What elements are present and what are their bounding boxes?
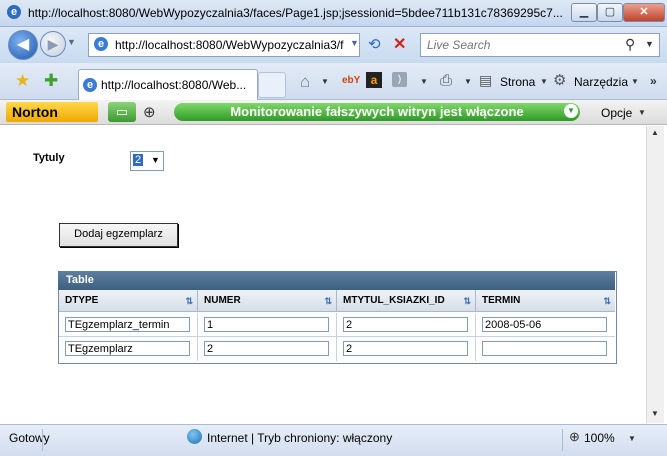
titles-select[interactable]: 2 ▼ [130,151,164,171]
scroll-down-icon[interactable]: ▼ [651,409,659,418]
address-bar[interactable]: e http://localhost:8080/WebWypozyczalnia… [88,33,360,57]
amazon-icon[interactable]: a [366,72,382,88]
feeds-dropdown-icon[interactable]: ▼ [420,77,428,86]
close-window-button[interactable]: ✕ [623,3,665,22]
gear-icon[interactable]: ⚙ [553,71,566,89]
termin-field[interactable] [482,341,607,356]
column-header-numer[interactable]: NUMER ⇅ [198,290,337,312]
options-dropdown-icon[interactable]: ▼ [638,108,646,117]
column-header-dtype[interactable]: DTYPE ⇅ [59,290,198,312]
dtype-field[interactable] [65,317,190,332]
home-dropdown-icon[interactable]: ▼ [321,77,329,86]
chevron-right-icon[interactable]: » [650,74,657,88]
print-icon[interactable]: ⎙ [440,72,452,89]
norton-status: Monitorowanie fałszywych witryn jest włą… [174,103,580,121]
feeds-icon[interactable]: ) [392,72,407,87]
search-box[interactable]: ⚲ ▼ [420,33,660,57]
sort-icon[interactable]: ⇅ [603,290,611,312]
sort-icon[interactable]: ⇅ [463,290,471,312]
mtytul-field[interactable] [343,341,468,356]
mtytul-field[interactable] [343,317,468,332]
vertical-scrollbar[interactable]: ▲ ▼ [646,126,664,423]
titles-select-value: 2 [133,154,144,166]
table-title: Table [58,271,615,290]
back-button[interactable]: ◀ [8,30,38,60]
table-row [59,313,198,337]
history-dropdown-icon[interactable]: ▼ [67,37,76,47]
security-zone[interactable]: Internet | Tryb chroniony: włączony [207,431,392,445]
status-divider [42,429,43,451]
sort-icon[interactable]: ⇅ [324,290,332,312]
tools-dropdown-icon[interactable]: ▼ [631,77,639,86]
select-arrow-icon[interactable]: ▼ [151,155,160,165]
home-icon[interactable]: ⌂ [300,72,310,92]
column-header-mtytul[interactable]: MTYTUL_KSIAZKI_ID ⇅ [337,290,476,312]
internet-globe-icon [187,429,202,444]
tab-current-page[interactable]: e http://localhost:8080/Web... [78,69,258,100]
window-title-bar: e http://localhost:8080/WebWypozyczalnia… [0,0,667,27]
browser-logo-icon: e [7,5,21,19]
stop-icon[interactable]: ✕ [393,34,406,54]
globe-icon[interactable]: ⊕ [143,103,156,121]
column-header-label: TERMIN [482,295,521,306]
search-icon[interactable]: ⚲ [625,36,635,53]
table-cell [337,313,476,337]
zoom-dropdown-icon[interactable]: ▼ [628,434,636,443]
tab-label: http://localhost:8080/Web... [101,78,247,92]
maximize-button[interactable]: ▢ [597,3,623,22]
status-bar: Gotowy Internet | Tryb chroniony: włączo… [0,424,667,456]
table-cell [198,313,337,337]
favorites-star-icon[interactable]: ★ [15,71,30,91]
column-header-termin[interactable]: TERMIN ⇅ [476,290,615,312]
termin-field[interactable] [482,317,607,332]
dtype-field[interactable] [65,341,190,356]
table-cell [337,337,476,361]
status-divider [562,429,563,451]
table-row [59,337,198,361]
scroll-up-icon[interactable]: ▲ [651,128,659,137]
address-dropdown-icon[interactable]: ▼ [350,38,359,48]
ebay-icon[interactable]: ebY [342,75,360,86]
column-header-label: NUMER [204,295,241,306]
tab-page-icon: e [83,78,97,92]
column-header-label: MTYTUL_KSIAZKI_ID [343,295,445,306]
column-header-label: DTYPE [65,295,99,306]
sort-icon[interactable]: ⇅ [185,290,193,312]
search-input[interactable] [425,36,629,54]
numer-field[interactable] [204,341,329,356]
print-dropdown-icon[interactable]: ▼ [464,77,472,86]
page-dropdown-icon[interactable]: ▼ [540,77,548,86]
address-text: http://localhost:8080/WebWypozyczalnia3/… [115,38,344,52]
status-text: Gotowy [9,431,50,445]
zoom-icon[interactable]: ⊕ [569,429,580,445]
zoom-level[interactable]: 100% [584,431,615,445]
window-title: http://localhost:8080/WebWypozyczalnia3/… [28,6,563,20]
table-cell [476,337,615,361]
titles-label: Tytuly [33,152,65,164]
add-copy-button[interactable]: Dodaj egzemplarz [59,223,178,247]
refresh-icon[interactable]: ⟲ [368,35,381,53]
table-cell [198,337,337,361]
page-icon: e [94,37,108,51]
page-menu-button[interactable]: Strona [500,75,535,89]
norton-monitor-icon[interactable]: ▭ [108,102,136,122]
add-favorites-icon[interactable]: ✚ [44,71,58,91]
norton-dropdown-icon[interactable]: ▼ [564,104,578,118]
norton-options-button[interactable]: Opcje [601,106,632,120]
norton-logo: Norton [6,102,98,122]
new-tab-button[interactable] [258,72,286,98]
tools-menu-button[interactable]: Narzędzia [574,75,628,89]
table-cell [476,313,615,337]
minimize-button[interactable]: ▁ [571,3,597,22]
search-dropdown-icon[interactable]: ▼ [645,39,654,49]
numer-field[interactable] [204,317,329,332]
page-menu-icon[interactable]: ▤ [479,72,492,89]
forward-button[interactable]: ▶ [40,31,66,57]
